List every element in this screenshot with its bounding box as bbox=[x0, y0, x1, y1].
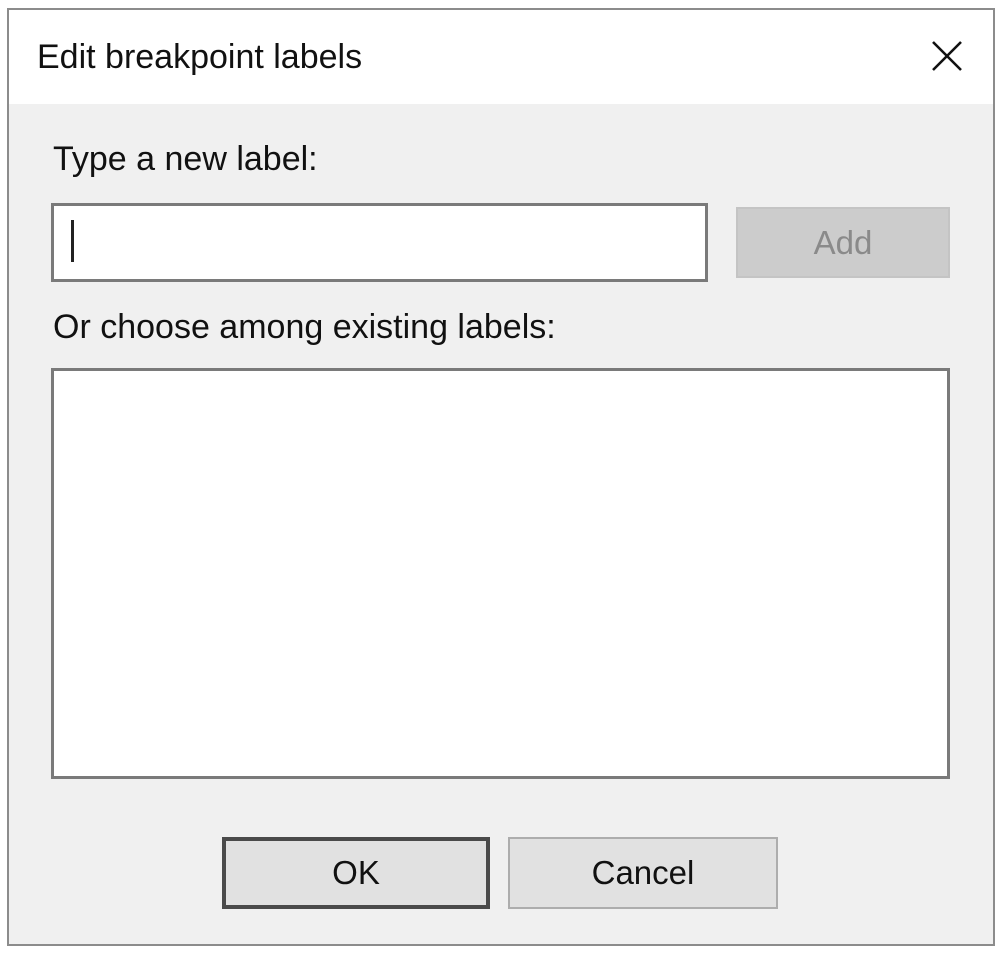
title-bar: Edit breakpoint labels bbox=[9, 10, 993, 104]
text-caret bbox=[71, 220, 74, 262]
close-button[interactable] bbox=[915, 24, 979, 88]
new-label-input[interactable] bbox=[51, 203, 708, 282]
edit-breakpoint-labels-dialog: Edit breakpoint labels Type a new label:… bbox=[7, 8, 995, 946]
close-icon bbox=[932, 41, 962, 71]
cancel-button[interactable]: Cancel bbox=[508, 837, 778, 909]
ok-button[interactable]: OK bbox=[222, 837, 490, 909]
dialog-title: Edit breakpoint labels bbox=[37, 38, 363, 76]
new-label-prompt: Type a new label: bbox=[53, 140, 318, 178]
add-button[interactable]: Add bbox=[736, 207, 950, 278]
existing-labels-list[interactable] bbox=[51, 368, 950, 779]
existing-labels-prompt: Or choose among existing labels: bbox=[53, 308, 556, 346]
